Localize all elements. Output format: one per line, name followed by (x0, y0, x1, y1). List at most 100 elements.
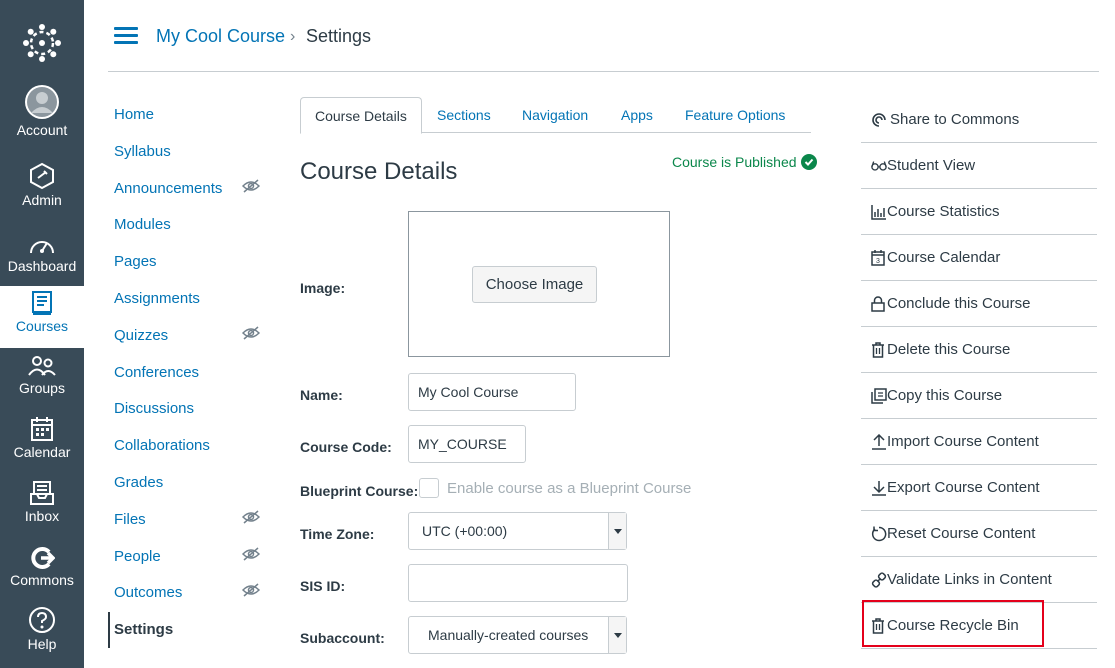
hamburger-line (114, 34, 138, 37)
copy-icon (861, 387, 887, 404)
canvas-logo-icon (23, 24, 61, 62)
nav-dashboard[interactable]: Dashboard (0, 226, 84, 288)
course-nav-modules[interactable]: Modules (114, 216, 171, 233)
course-recycle-bin-button[interactable]: Course Recycle Bin (861, 603, 1097, 649)
breadcrumb-course-link[interactable]: My Cool Course (156, 26, 285, 47)
export-content-button[interactable]: Export Course Content (861, 465, 1097, 511)
canvas-logo[interactable] (0, 0, 84, 86)
tab-apps[interactable]: Apps (621, 97, 653, 133)
tab-navigation[interactable]: Navigation (522, 97, 588, 133)
published-status-label: Course is Published (672, 154, 797, 170)
menu-toggle-button[interactable] (114, 27, 138, 45)
active-indicator (108, 612, 110, 648)
tab-course-details[interactable]: Course Details (300, 97, 422, 134)
course-recycle-bin-label: Course Recycle Bin (887, 617, 1019, 634)
course-nav-syllabus[interactable]: Syllabus (114, 143, 171, 160)
conclude-course-button[interactable]: Conclude this Course (861, 281, 1097, 327)
validate-links-button[interactable]: Validate Links in Content (861, 557, 1097, 603)
eye-slash-icon (242, 326, 260, 340)
eye-slash-icon (242, 179, 260, 193)
published-status: Course is Published (672, 154, 817, 170)
name-label: Name: (300, 387, 343, 403)
nav-inbox[interactable]: Inbox (0, 476, 84, 536)
calendar-icon (30, 412, 54, 442)
course-statistics-button[interactable]: Course Statistics (861, 189, 1097, 235)
course-nav-conferences[interactable]: Conferences (114, 364, 199, 381)
import-content-label: Import Course Content (887, 433, 1039, 450)
page-header: My Cool Course › Settings (108, 0, 1099, 72)
help-icon (28, 604, 56, 634)
tab-sections[interactable]: Sections (437, 97, 491, 133)
delete-course-label: Delete this Course (887, 341, 1011, 358)
course-nav-quizzes[interactable]: Quizzes (114, 327, 168, 344)
lock-icon (861, 295, 887, 312)
tab-feature-options[interactable]: Feature Options (685, 97, 785, 133)
nav-account-label: Account (16, 122, 68, 138)
course-statistics-label: Course Statistics (887, 203, 1000, 220)
groups-icon (27, 348, 57, 378)
settings-tabs: Course Details Sections Navigation Apps … (300, 97, 811, 134)
reset-content-button[interactable]: Reset Course Content (861, 511, 1097, 557)
chevron-down-icon (608, 617, 626, 653)
course-nav-assignments[interactable]: Assignments (114, 290, 200, 307)
subaccount-value: Manually-created courses (428, 627, 589, 643)
import-content-button[interactable]: Import Course Content (861, 419, 1097, 465)
course-nav-settings[interactable]: Settings (114, 621, 173, 638)
course-nav-files[interactable]: Files (114, 511, 146, 528)
course-nav-outcomes[interactable]: Outcomes (114, 584, 182, 601)
svg-text:3: 3 (876, 258, 880, 265)
download-icon (861, 480, 887, 496)
book-icon (31, 286, 53, 316)
delete-course-button[interactable]: Delete this Course (861, 327, 1097, 373)
eye-slash-icon (242, 510, 260, 524)
reset-content-label: Reset Course Content (887, 525, 1036, 542)
upload-icon (861, 433, 887, 450)
course-nav-people[interactable]: People (114, 548, 161, 565)
nav-groups[interactable]: Groups (0, 348, 84, 408)
breadcrumb-current: Settings (306, 26, 372, 46)
subaccount-label: Subaccount: (300, 630, 385, 646)
time-zone-label: Time Zone: (300, 526, 375, 542)
nav-account[interactable]: Account (0, 85, 84, 152)
page-title: Course Details (300, 158, 458, 185)
nav-commons-label: Commons (10, 572, 74, 588)
link-icon (861, 571, 887, 588)
nav-commons[interactable]: Commons (0, 540, 84, 600)
validate-links-label: Validate Links in Content (887, 571, 1052, 588)
course-nav-discussions[interactable]: Discussions (114, 400, 194, 417)
course-nav-pages[interactable]: Pages (114, 253, 157, 270)
course-nav-collaborations[interactable]: Collaborations (114, 437, 210, 454)
nav-dashboard-label: Dashboard (7, 258, 77, 274)
copy-course-button[interactable]: Copy this Course (861, 373, 1097, 419)
course-name-input[interactable]: My Cool Course (408, 373, 576, 411)
blueprint-checkbox[interactable] (419, 478, 439, 498)
image-label: Image: (300, 280, 346, 296)
sis-id-label: SIS ID: (300, 578, 346, 594)
share-to-commons-button[interactable]: Share to Commons (861, 97, 1097, 143)
avatar-icon (24, 85, 60, 120)
share-to-commons-label: Share to Commons (890, 111, 1020, 128)
share-icon (861, 112, 887, 127)
course-nav-home[interactable]: Home (114, 106, 154, 123)
course-nav-announcements[interactable]: Announcements (114, 180, 222, 197)
trash-icon (861, 617, 887, 634)
course-calendar-button[interactable]: 3 Course Calendar (861, 235, 1097, 281)
nav-courses-label: Courses (15, 318, 69, 334)
sis-id-input[interactable] (408, 564, 628, 602)
check-circle-icon (800, 154, 817, 170)
global-nav: Account Admin Dashboard Courses Groups C… (0, 0, 84, 668)
nav-calendar[interactable]: Calendar (0, 412, 84, 472)
nav-admin[interactable]: Admin (0, 160, 84, 222)
course-code-input[interactable]: MY_COURSE (408, 425, 526, 463)
blueprint-label: Blueprint Course: (300, 483, 419, 499)
blueprint-checkbox-label: Enable course as a Blueprint Course (447, 480, 692, 497)
choose-image-button[interactable]: Choose Image (472, 266, 597, 303)
time-zone-select[interactable]: UTC (+00:00) (408, 512, 627, 550)
nav-help[interactable]: Help (0, 604, 84, 664)
subaccount-select[interactable]: Manually-created courses (408, 616, 627, 654)
student-view-button[interactable]: Student View (861, 143, 1097, 189)
nav-courses[interactable]: Courses (0, 286, 84, 348)
inbox-icon (29, 476, 55, 506)
nav-help-label: Help (27, 636, 57, 652)
course-nav-grades[interactable]: Grades (114, 474, 163, 491)
